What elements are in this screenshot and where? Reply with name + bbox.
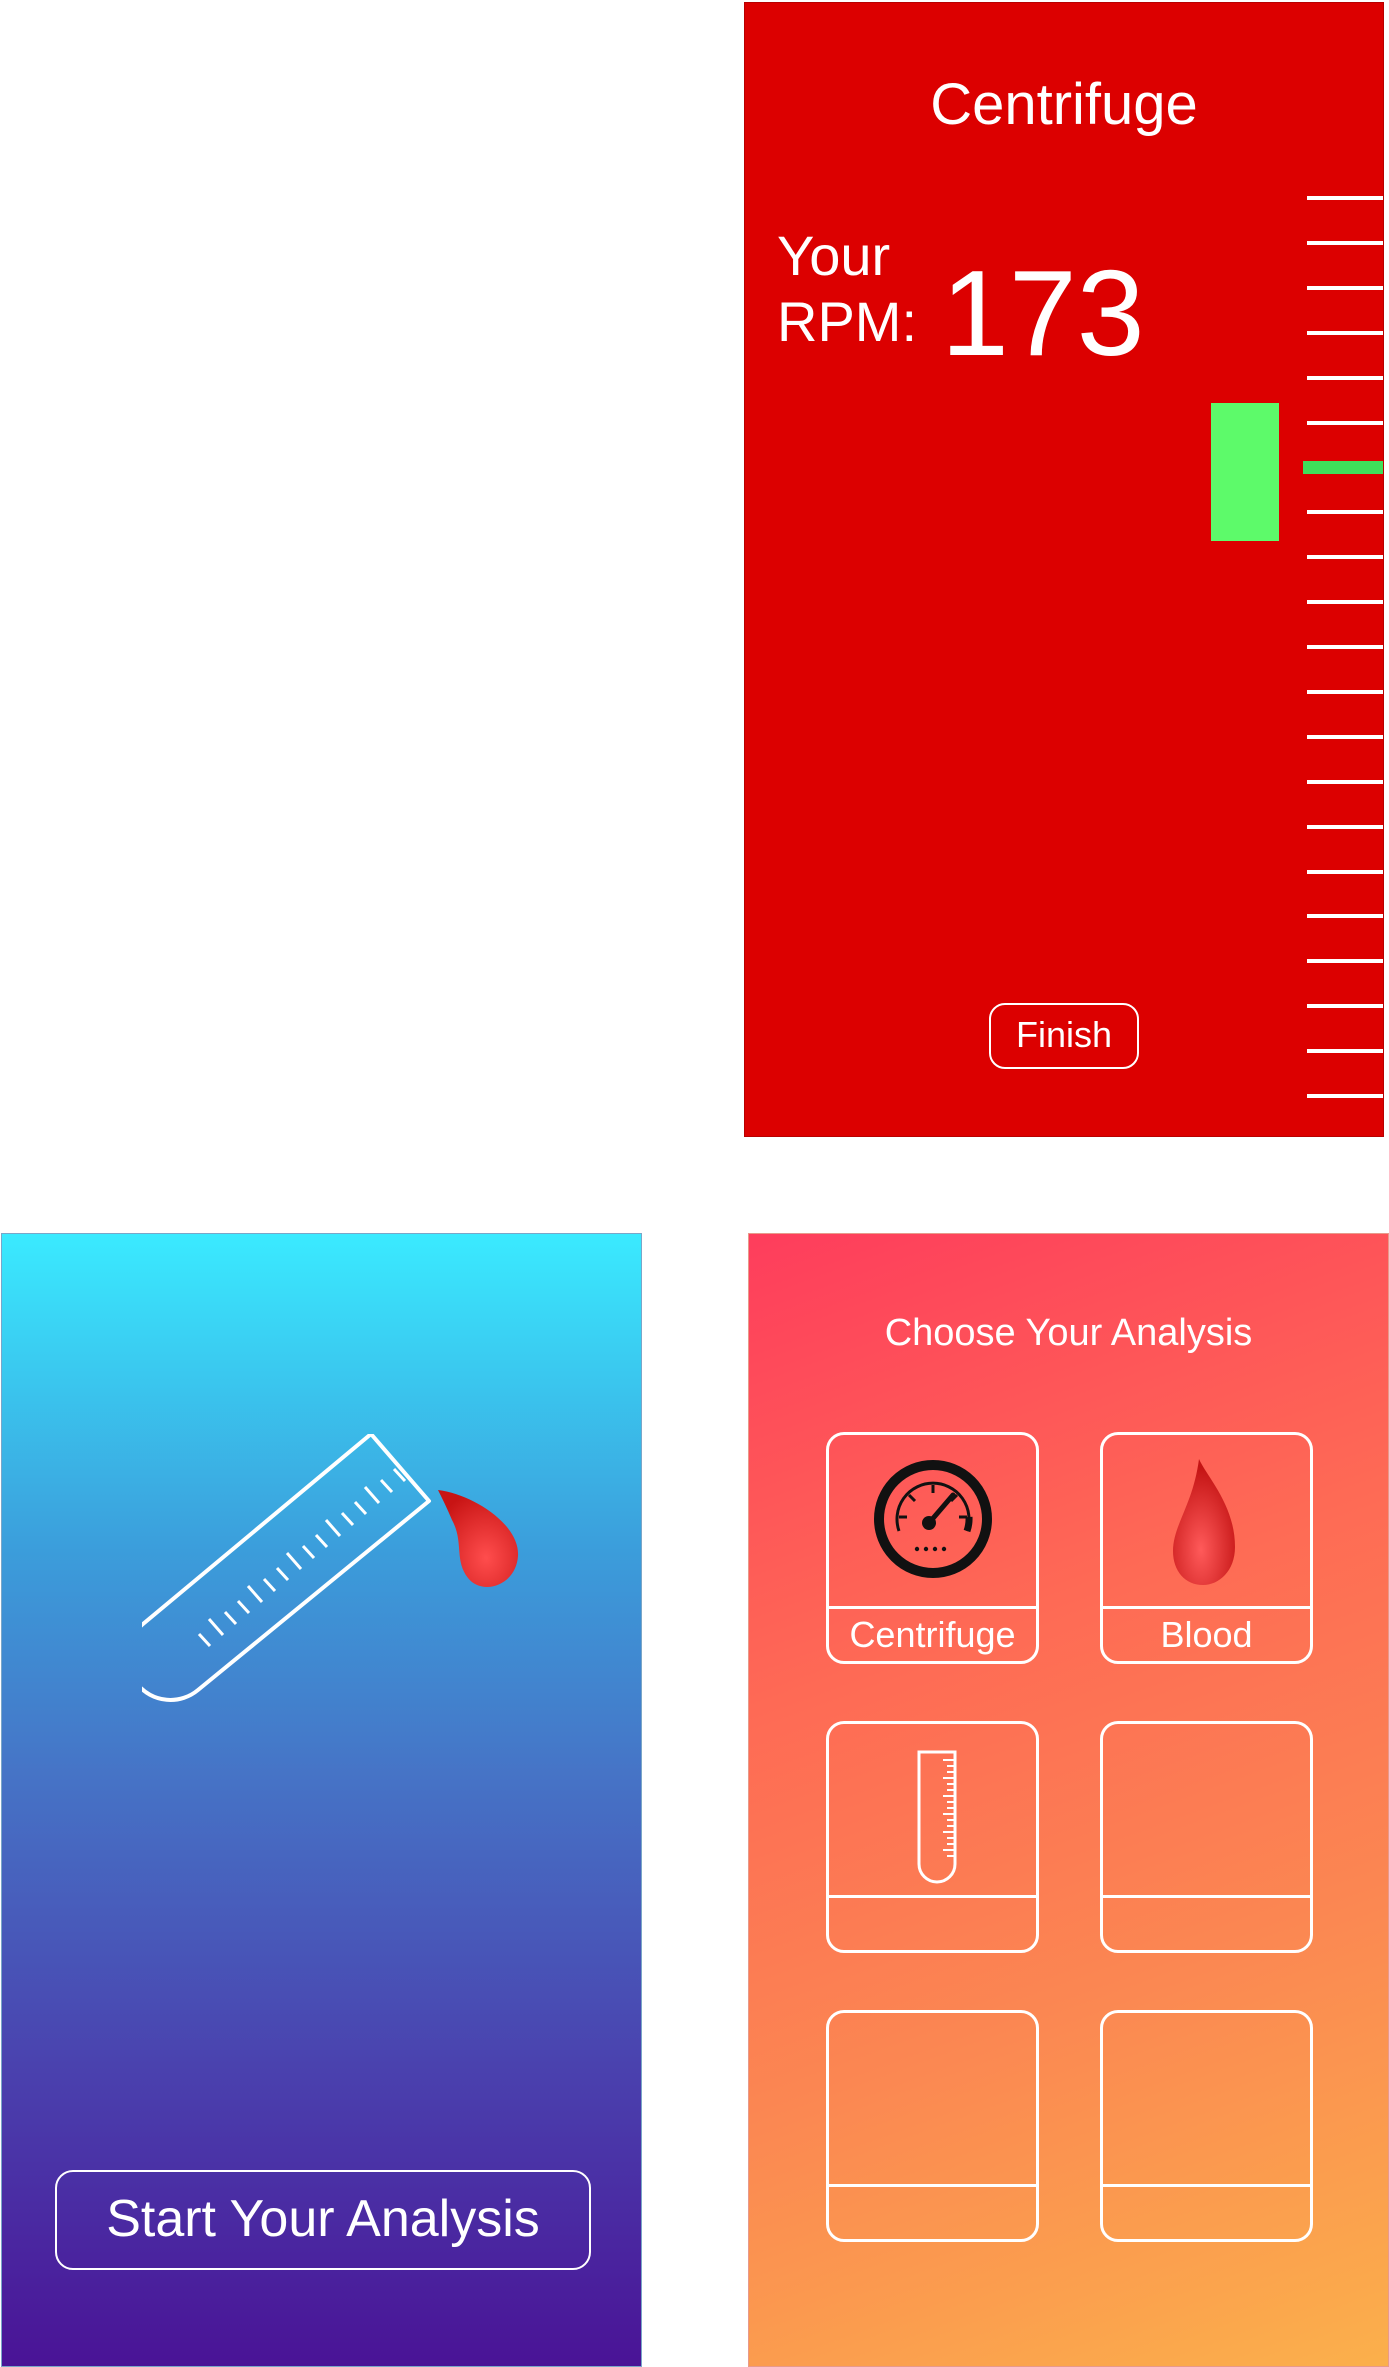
rpm-scale-tick bbox=[1307, 1049, 1383, 1054]
rpm-scale-tick bbox=[1307, 689, 1383, 694]
tile-divider bbox=[829, 2184, 1036, 2187]
test-tube-icon bbox=[917, 1750, 957, 1884]
rpm-scale-tick bbox=[1307, 1004, 1383, 1009]
rpm-target-indicator bbox=[1211, 403, 1279, 541]
tile-label: Centrifuge bbox=[849, 1614, 1016, 1655]
tube-illustration bbox=[142, 1434, 519, 1702]
tile-test-tube[interactable] bbox=[826, 1721, 1039, 1953]
rpm-scale-tick bbox=[1307, 285, 1383, 290]
rpm-scale-tick bbox=[1307, 240, 1383, 245]
rpm-scale-tick bbox=[1307, 1094, 1383, 1098]
rpm-scale-tick bbox=[1307, 959, 1383, 964]
choose-analysis-screen: Choose Your Analysis Centrifuge Blood bbox=[748, 1233, 1389, 2367]
tile-centrifuge[interactable]: Centrifuge bbox=[826, 1432, 1039, 1664]
finish-button[interactable]: Finish bbox=[989, 1003, 1139, 1069]
tile-divider bbox=[829, 1895, 1036, 1898]
rpm-scale-tick bbox=[1307, 600, 1383, 605]
rpm-scale-tick bbox=[1307, 555, 1383, 560]
rpm-scale-tick bbox=[1307, 779, 1383, 784]
rpm-label: Your RPM: bbox=[777, 223, 917, 355]
choose-title: Choose Your Analysis bbox=[884, 1312, 1253, 1354]
rpm-scale-tick bbox=[1307, 734, 1383, 739]
welcome-screen: Start Your Analysis bbox=[1, 1233, 642, 2367]
rpm-scale-tick bbox=[1307, 420, 1383, 425]
rpm-scale-tick bbox=[1307, 645, 1383, 649]
speedometer-icon bbox=[874, 1460, 992, 1578]
tile-divider bbox=[1103, 2184, 1310, 2187]
tile-blood[interactable]: Blood bbox=[1100, 1432, 1313, 1664]
rpm-scale-tick-active bbox=[1303, 461, 1383, 475]
start-analysis-button[interactable]: Start Your Analysis bbox=[55, 2170, 591, 2270]
tile-empty[interactable] bbox=[826, 2010, 1039, 2242]
tile-divider bbox=[1103, 1606, 1310, 1609]
rpm-scale-tick bbox=[1307, 869, 1383, 874]
centrifuge-screen: Centrifuge Your RPM: 173 Finish bbox=[744, 2, 1384, 1137]
rpm-scale-tick bbox=[1307, 510, 1383, 515]
rpm-scale-tick bbox=[1307, 196, 1383, 200]
tile-divider bbox=[1103, 1895, 1310, 1898]
blood-drop-icon bbox=[438, 1490, 519, 1587]
rpm-label-line1: Your bbox=[777, 224, 891, 287]
rpm-scale-tick bbox=[1307, 914, 1383, 919]
tile-label: Blood bbox=[1160, 1614, 1253, 1655]
rpm-scale-tick bbox=[1307, 375, 1383, 380]
blood-drop-icon bbox=[1173, 1459, 1235, 1585]
test-tube-icon bbox=[142, 1434, 431, 1702]
tile-divider bbox=[829, 1606, 1036, 1609]
rpm-value: 173 bbox=[941, 245, 1145, 381]
rpm-label-line2: RPM: bbox=[777, 290, 917, 353]
rpm-scale-tick bbox=[1307, 330, 1383, 335]
tile-empty[interactable] bbox=[1100, 1721, 1313, 1953]
centrifuge-title: Centrifuge bbox=[930, 72, 1198, 137]
tile-empty[interactable] bbox=[1100, 2010, 1313, 2242]
rpm-scale-tick bbox=[1307, 824, 1383, 829]
